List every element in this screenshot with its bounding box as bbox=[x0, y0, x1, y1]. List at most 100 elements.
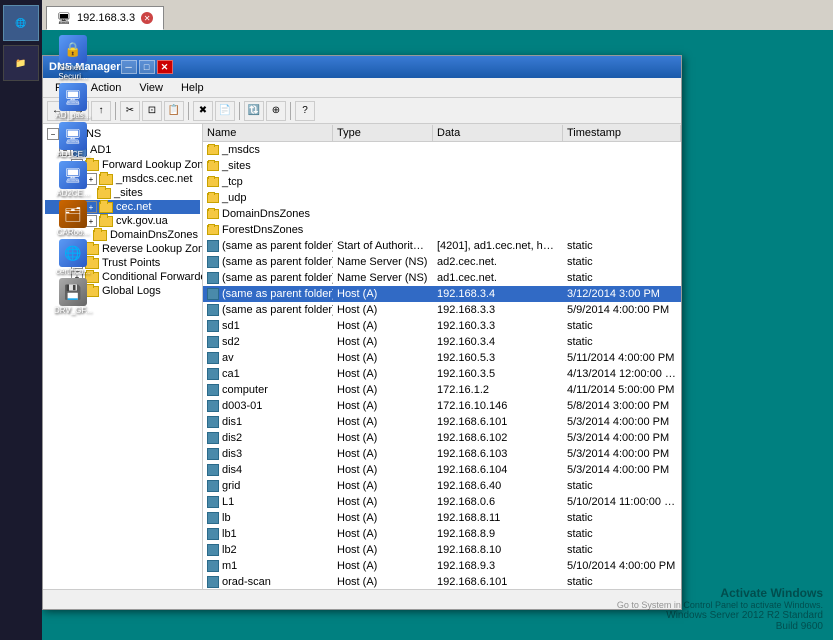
minimize-button[interactable]: ─ bbox=[121, 60, 137, 74]
help-button[interactable]: ? bbox=[295, 101, 315, 121]
cell-timestamp bbox=[563, 181, 681, 183]
record-icon bbox=[207, 272, 219, 284]
cell-timestamp: 5/10/2014 11:00:00 PM bbox=[563, 495, 681, 509]
cut-button[interactable]: ✂ bbox=[120, 101, 140, 121]
list-row[interactable]: dis2 Host (A) 192.168.6.102 5/3/2014 4:0… bbox=[203, 430, 681, 446]
cell-name: computer bbox=[203, 383, 333, 397]
desktop-icon-5[interactable]: 🌐 certifica... bbox=[50, 239, 96, 276]
list-row[interactable]: (same as parent folder) Host (A) 192.168… bbox=[203, 286, 681, 302]
list-row[interactable]: dis3 Host (A) 192.168.6.103 5/3/2014 4:0… bbox=[203, 446, 681, 462]
cell-timestamp: static bbox=[563, 511, 681, 525]
list-row[interactable]: orad-scan Host (A) 192.168.6.101 static bbox=[203, 574, 681, 589]
desktop-icon-0[interactable]: 🔒 Gener...Securi... bbox=[50, 35, 96, 81]
watermark-line1: Activate Windows bbox=[617, 586, 823, 600]
menu-help[interactable]: Help bbox=[173, 80, 212, 96]
record-icon bbox=[207, 512, 219, 524]
col-header-timestamp[interactable]: Timestamp bbox=[563, 125, 681, 141]
cell-timestamp bbox=[563, 165, 681, 167]
list-row[interactable]: lb2 Host (A) 192.168.8.10 static bbox=[203, 542, 681, 558]
cell-name: ForestDnsZones bbox=[203, 223, 333, 237]
cell-timestamp: 5/3/2014 4:00:00 PM bbox=[563, 463, 681, 477]
desktop-icon-6[interactable]: 💾 DRV_GF... bbox=[50, 278, 96, 315]
taskbar-icon-ie[interactable]: 🌐 bbox=[3, 5, 39, 41]
close-button[interactable]: ✕ bbox=[157, 60, 173, 74]
list-row[interactable]: (same as parent folder) Name Server (NS)… bbox=[203, 270, 681, 286]
list-row[interactable]: sd1 Host (A) 192.160.3.3 static bbox=[203, 318, 681, 334]
list-row[interactable]: grid Host (A) 192.168.6.40 static bbox=[203, 478, 681, 494]
list-row[interactable]: m1 Host (A) 192.168.9.3 5/10/2014 4:00:0… bbox=[203, 558, 681, 574]
title-bar-buttons: ─ □ ✕ bbox=[121, 60, 173, 74]
list-row[interactable]: lb1 Host (A) 192.168.8.9 static bbox=[203, 526, 681, 542]
maximize-button[interactable]: □ bbox=[139, 60, 155, 74]
cell-type: Host (A) bbox=[333, 431, 433, 445]
cell-type: Host (A) bbox=[333, 511, 433, 525]
cell-data: 192.160.3.5 bbox=[433, 367, 563, 381]
record-icon bbox=[207, 240, 219, 252]
cell-type: Name Server (NS) bbox=[333, 271, 433, 285]
cell-type: Host (A) bbox=[333, 479, 433, 493]
record-icon bbox=[207, 368, 219, 380]
copy-button[interactable]: ⊡ bbox=[142, 101, 162, 121]
tab-close-button[interactable]: ✕ bbox=[141, 12, 153, 24]
list-row[interactable]: lb Host (A) 192.168.8.11 static bbox=[203, 510, 681, 526]
record-icon bbox=[207, 352, 219, 364]
list-row[interactable]: _msdcs bbox=[203, 142, 681, 158]
list-rows: _msdcs _sites _tcp _udp DomainDnsZon bbox=[203, 142, 681, 589]
refresh-button[interactable]: 🔃 bbox=[244, 101, 264, 121]
cell-timestamp: 5/3/2014 4:00:00 PM bbox=[563, 447, 681, 461]
taskbar-icon-folder[interactable]: 📁 bbox=[3, 45, 39, 81]
list-row[interactable]: (same as parent folder) Name Server (NS)… bbox=[203, 254, 681, 270]
list-row[interactable]: dis1 Host (A) 192.168.6.101 5/3/2014 4:0… bbox=[203, 414, 681, 430]
cell-type bbox=[333, 181, 433, 183]
list-row[interactable]: d003-01 Host (A) 172.16.10.146 5/8/2014 … bbox=[203, 398, 681, 414]
cell-timestamp: static bbox=[563, 527, 681, 541]
list-row[interactable]: L1 Host (A) 192.168.0.6 5/10/2014 11:00:… bbox=[203, 494, 681, 510]
cell-timestamp: 4/11/2014 5:00:00 PM bbox=[563, 383, 681, 397]
paste-button[interactable]: 📋 bbox=[164, 101, 184, 121]
cell-name: (same as parent folder) bbox=[203, 255, 333, 269]
col-header-name[interactable]: Name bbox=[203, 125, 333, 141]
cell-name: d003-01 bbox=[203, 399, 333, 413]
cell-type: Name Server (NS) bbox=[333, 255, 433, 269]
new-button[interactable]: ⊕ bbox=[266, 101, 286, 121]
cell-data: 172.16.1.2 bbox=[433, 383, 563, 397]
cell-type: Host (A) bbox=[333, 383, 433, 397]
properties-button[interactable]: 📄 bbox=[215, 101, 235, 121]
list-row[interactable]: _sites bbox=[203, 158, 681, 174]
delete-button[interactable]: ✖ bbox=[193, 101, 213, 121]
desktop-icon-3[interactable]: 🖥 AD2CE... bbox=[50, 161, 96, 198]
cell-name: (same as parent folder) bbox=[203, 287, 333, 301]
toolbar-separator-1 bbox=[115, 102, 116, 120]
record-icon bbox=[207, 448, 219, 460]
folder-icon-cecnet bbox=[99, 202, 113, 213]
list-row[interactable]: ForestDnsZones bbox=[203, 222, 681, 238]
record-icon bbox=[207, 576, 219, 588]
cell-type: Host (A) bbox=[333, 351, 433, 365]
record-icon bbox=[207, 480, 219, 492]
tab-dns[interactable]: 🖥 192.168.3.3 ✕ bbox=[46, 6, 164, 30]
dns-manager-window: DNS Manager ─ □ ✕ File Action View Help … bbox=[42, 55, 682, 610]
list-row[interactable]: computer Host (A) 172.16.1.2 4/11/2014 5… bbox=[203, 382, 681, 398]
list-row[interactable]: ca1 Host (A) 192.160.3.5 4/13/2014 12:00… bbox=[203, 366, 681, 382]
list-row[interactable]: dis4 Host (A) 192.168.6.104 5/3/2014 4:0… bbox=[203, 462, 681, 478]
toolbar-separator-3 bbox=[239, 102, 240, 120]
cell-type: Host (A) bbox=[333, 399, 433, 413]
list-row[interactable]: av Host (A) 192.160.5.3 5/11/2014 4:00:0… bbox=[203, 350, 681, 366]
list-row[interactable]: (same as parent folder) Host (A) 192.168… bbox=[203, 302, 681, 318]
list-row[interactable]: _tcp bbox=[203, 174, 681, 190]
cell-data bbox=[433, 229, 563, 231]
list-row[interactable]: DomainDnsZones bbox=[203, 206, 681, 222]
col-header-data[interactable]: Data bbox=[433, 125, 563, 141]
list-row[interactable]: _udp bbox=[203, 190, 681, 206]
cell-name: _tcp bbox=[203, 175, 333, 189]
desktop-icon-1[interactable]: 🖥 AD_pas... bbox=[50, 83, 96, 120]
cell-name: sd1 bbox=[203, 319, 333, 333]
desktop-icon-2[interactable]: 🖥 AD1CE... bbox=[50, 122, 96, 159]
cell-name: _msdcs bbox=[203, 143, 333, 157]
list-row[interactable]: (same as parent folder) Start of Authori… bbox=[203, 238, 681, 254]
menu-view[interactable]: View bbox=[131, 80, 171, 96]
cell-data: 192.168.0.6 bbox=[433, 495, 563, 509]
col-header-type[interactable]: Type bbox=[333, 125, 433, 141]
list-row[interactable]: sd2 Host (A) 192.160.3.4 static bbox=[203, 334, 681, 350]
desktop-icon-4[interactable]: 🗂 CARoo... bbox=[50, 200, 96, 237]
